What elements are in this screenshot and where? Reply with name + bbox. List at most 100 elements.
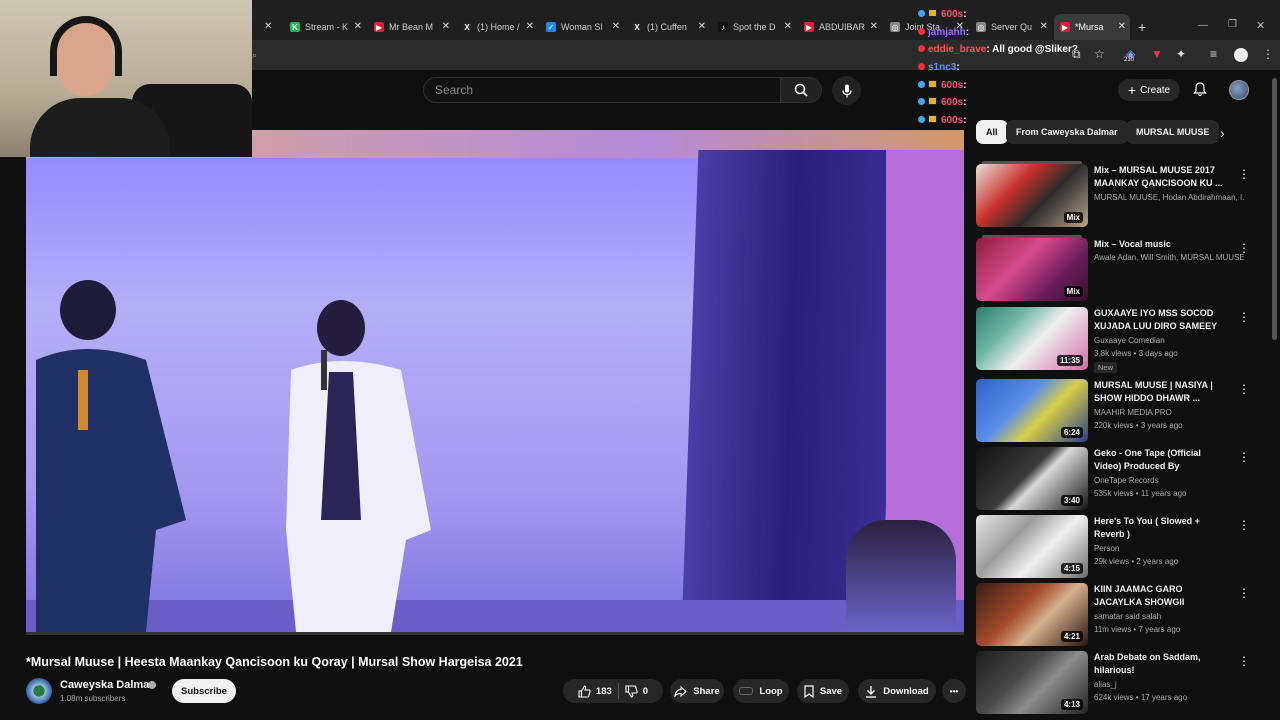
tab-close-icon[interactable]: ✕: [1118, 21, 1126, 32]
shield-icon[interactable]: ▼: [1151, 47, 1163, 61]
new-badge: New: [1094, 362, 1118, 373]
recommended-video[interactable]: 4:13 Arab Debate on Saddam, hilarious! ali…: [976, 651, 1250, 717]
more-options-icon[interactable]: ⋮: [1238, 168, 1250, 180]
recommended-video[interactable]: 4:15 Here's To You ( Slowed + Reverb ) Per…: [976, 515, 1250, 581]
tab-close-icon[interactable]: ✕: [698, 21, 706, 32]
search-button[interactable]: [781, 77, 822, 103]
account-avatar[interactable]: [1229, 80, 1249, 100]
loop-button[interactable]: Loop: [733, 679, 789, 703]
browser-tab[interactable]: ◎ Server Qu ✕: [970, 14, 1052, 40]
recommended-video[interactable]: Mix Mix – MURSAL MUUSE 2017 MAANKAY QANCI…: [976, 161, 1250, 230]
recommended-video[interactable]: 4:21 KIIN JAAMAC GARO JACAYLKA SHOWGII NA…: [976, 583, 1250, 649]
recommended-video[interactable]: 11:35 GUXAAYE IYO MSS SOCOD XUJADA LUU DI…: [976, 307, 1250, 373]
download-button[interactable]: Download: [858, 679, 936, 703]
video-thumbnail[interactable]: 6:24: [976, 379, 1088, 442]
video-thumbnail[interactable]: 4:13: [976, 651, 1088, 714]
recommended-video[interactable]: Mix Mix – Vocal music Awale Adan, Will Smi…: [976, 235, 1250, 304]
browser-tab[interactable]: ▶ Mr Bean M ✕: [368, 14, 454, 40]
tab-close-icon[interactable]: ✕: [1040, 21, 1048, 32]
more-options-icon[interactable]: ⋮: [1238, 519, 1250, 531]
video-thumbnail[interactable]: 4:15: [976, 515, 1088, 578]
recommended-title[interactable]: GUXAAYE IYO MSS SOCOD XUJADA LUU DIRO SA…: [1094, 307, 1224, 333]
create-button[interactable]: + Create: [1118, 79, 1180, 101]
browser-tab[interactable]: ▶ *Mursa ✕: [1054, 14, 1130, 40]
voice-search-button[interactable]: [832, 76, 861, 105]
more-options-icon[interactable]: ⋮: [1238, 451, 1250, 463]
tab-favicon-icon: ◎: [976, 22, 986, 32]
more-options-icon[interactable]: ⋮: [1238, 655, 1250, 667]
dislike-button[interactable]: 0: [625, 684, 648, 698]
video-progress-bar[interactable]: [26, 632, 964, 635]
video-thumbnail[interactable]: Mix: [976, 164, 1088, 227]
recommended-channel[interactable]: Awale Adan, Will Smith, MURSAL MUUSE...: [1094, 253, 1244, 262]
video-thumbnail[interactable]: 3:40: [976, 447, 1088, 510]
tab-title: (1) Cuffen: [647, 22, 687, 32]
close-window-button[interactable]: ✕: [1256, 19, 1265, 32]
filter-chip[interactable]: From Caweyska Dalmar: [1006, 120, 1128, 144]
browser-tab[interactable]: K Stream - K ✕: [284, 14, 366, 40]
filter-chip[interactable]: MURSAL MUUSE: [1126, 120, 1220, 144]
recommended-channel[interactable]: Person: [1094, 544, 1244, 553]
video-thumbnail[interactable]: 11:35: [976, 307, 1088, 370]
channel-avatar[interactable]: [26, 678, 52, 704]
puzzle-icon[interactable]: ✦: [1176, 47, 1186, 61]
recommended-title[interactable]: Geko - One Tape (Official Video) Produce…: [1094, 447, 1224, 473]
video-thumbnail[interactable]: Mix: [976, 238, 1088, 301]
recommended-title[interactable]: KIIN JAAMAC GARO JACAYLKA SHOWGII NAIROB…: [1094, 583, 1224, 609]
more-actions-button[interactable]: •••: [942, 679, 966, 703]
tab-close-icon[interactable]: ✕: [784, 21, 792, 32]
chat-message: 600s:: [918, 115, 967, 126]
share-button[interactable]: Share: [670, 679, 724, 703]
tab-close-icon[interactable]: ✕: [442, 21, 450, 32]
minimize-button[interactable]: —: [1198, 20, 1208, 31]
profile-icon[interactable]: [1234, 48, 1248, 62]
recommended-channel[interactable]: Guxaaye Comedian: [1094, 336, 1244, 345]
chevron-right-icon[interactable]: ›: [1220, 125, 1225, 141]
browser-tab[interactable]: X (1) Cuffen ✕: [626, 14, 710, 40]
menu-kebab-icon[interactable]: ⋮: [1262, 47, 1274, 61]
recommended-title[interactable]: MURSAL MUUSE | NASIYA | SHOW HIDDO DHAWR…: [1094, 379, 1224, 405]
browser-tab[interactable]: ♪ Spot the D ✕: [712, 14, 796, 40]
browser-tab[interactable]: ▶ ABDUIBAR ✕: [798, 14, 882, 40]
recommended-title[interactable]: Mix – Vocal music: [1094, 238, 1224, 251]
recommended-channel[interactable]: samatar said salah: [1094, 612, 1244, 621]
recommended-video[interactable]: 3:40 Geko - One Tape (Official Video) Pro…: [976, 447, 1250, 513]
chat-badge-icon: [918, 45, 925, 52]
browser-tab[interactable]: ✓ Woman Sl ✕: [540, 14, 624, 40]
maximize-button[interactable]: ❐: [1228, 19, 1237, 30]
like-button[interactable]: 183: [578, 684, 612, 698]
tab-close-icon[interactable]: ✕: [526, 21, 534, 32]
tab-close-icon[interactable]: ✕: [870, 21, 878, 32]
subscribe-button[interactable]: Subscribe: [172, 679, 236, 703]
more-options-icon[interactable]: ⋮: [1238, 311, 1250, 323]
bookmark-star-icon[interactable]: ☆: [1094, 47, 1105, 61]
media-controls-icon[interactable]: ≡: [1210, 47, 1217, 61]
tab-close-icon[interactable]: ✕: [264, 21, 272, 32]
thumbs-up-icon: [578, 684, 591, 698]
recommended-channel[interactable]: MAAHIR MEDIA PRO: [1094, 408, 1244, 417]
recommended-channel[interactable]: alias_j: [1094, 680, 1244, 689]
page-scrollbar[interactable]: [1272, 78, 1277, 340]
more-options-icon[interactable]: ⋮: [1238, 242, 1250, 254]
browser-tab[interactable]: X (1) Home / ✕: [456, 14, 538, 40]
recommended-video[interactable]: 6:24 MURSAL MUUSE | NASIYA | SHOW HIDDO D…: [976, 379, 1250, 445]
notifications-button[interactable]: [1193, 82, 1207, 102]
recommended-meta: 3.8k views • 3 days ago: [1094, 349, 1178, 358]
recommended-title[interactable]: Mix – MURSAL MUUSE 2017 MAANKAY QANCISOO…: [1094, 164, 1224, 190]
more-options-icon[interactable]: ⋮: [1238, 587, 1250, 599]
search-input[interactable]: Search: [423, 77, 781, 103]
recommended-channel[interactable]: MURSAL MUUSE, Hodan Abdirahmaan, I...: [1094, 193, 1244, 202]
channel-name[interactable]: Caweyska Dalmar: [60, 679, 154, 691]
video-player[interactable]: [26, 130, 964, 632]
tab-close-icon[interactable]: ✕: [612, 21, 620, 32]
video-thumbnail[interactable]: 4:21: [976, 583, 1088, 646]
save-button[interactable]: Save: [797, 679, 849, 703]
recommended-title[interactable]: Here's To You ( Slowed + Reverb ): [1094, 515, 1224, 541]
filter-chip[interactable]: All: [976, 120, 1008, 144]
recommended-title[interactable]: Arab Debate on Saddam, hilarious!: [1094, 651, 1224, 677]
chat-badge-icon: [918, 98, 925, 105]
tab-close-icon[interactable]: ✕: [354, 21, 362, 32]
recommended-channel[interactable]: OneTape Records: [1094, 476, 1244, 485]
more-options-icon[interactable]: ⋮: [1238, 383, 1250, 395]
new-tab-button[interactable]: +: [1138, 19, 1146, 35]
